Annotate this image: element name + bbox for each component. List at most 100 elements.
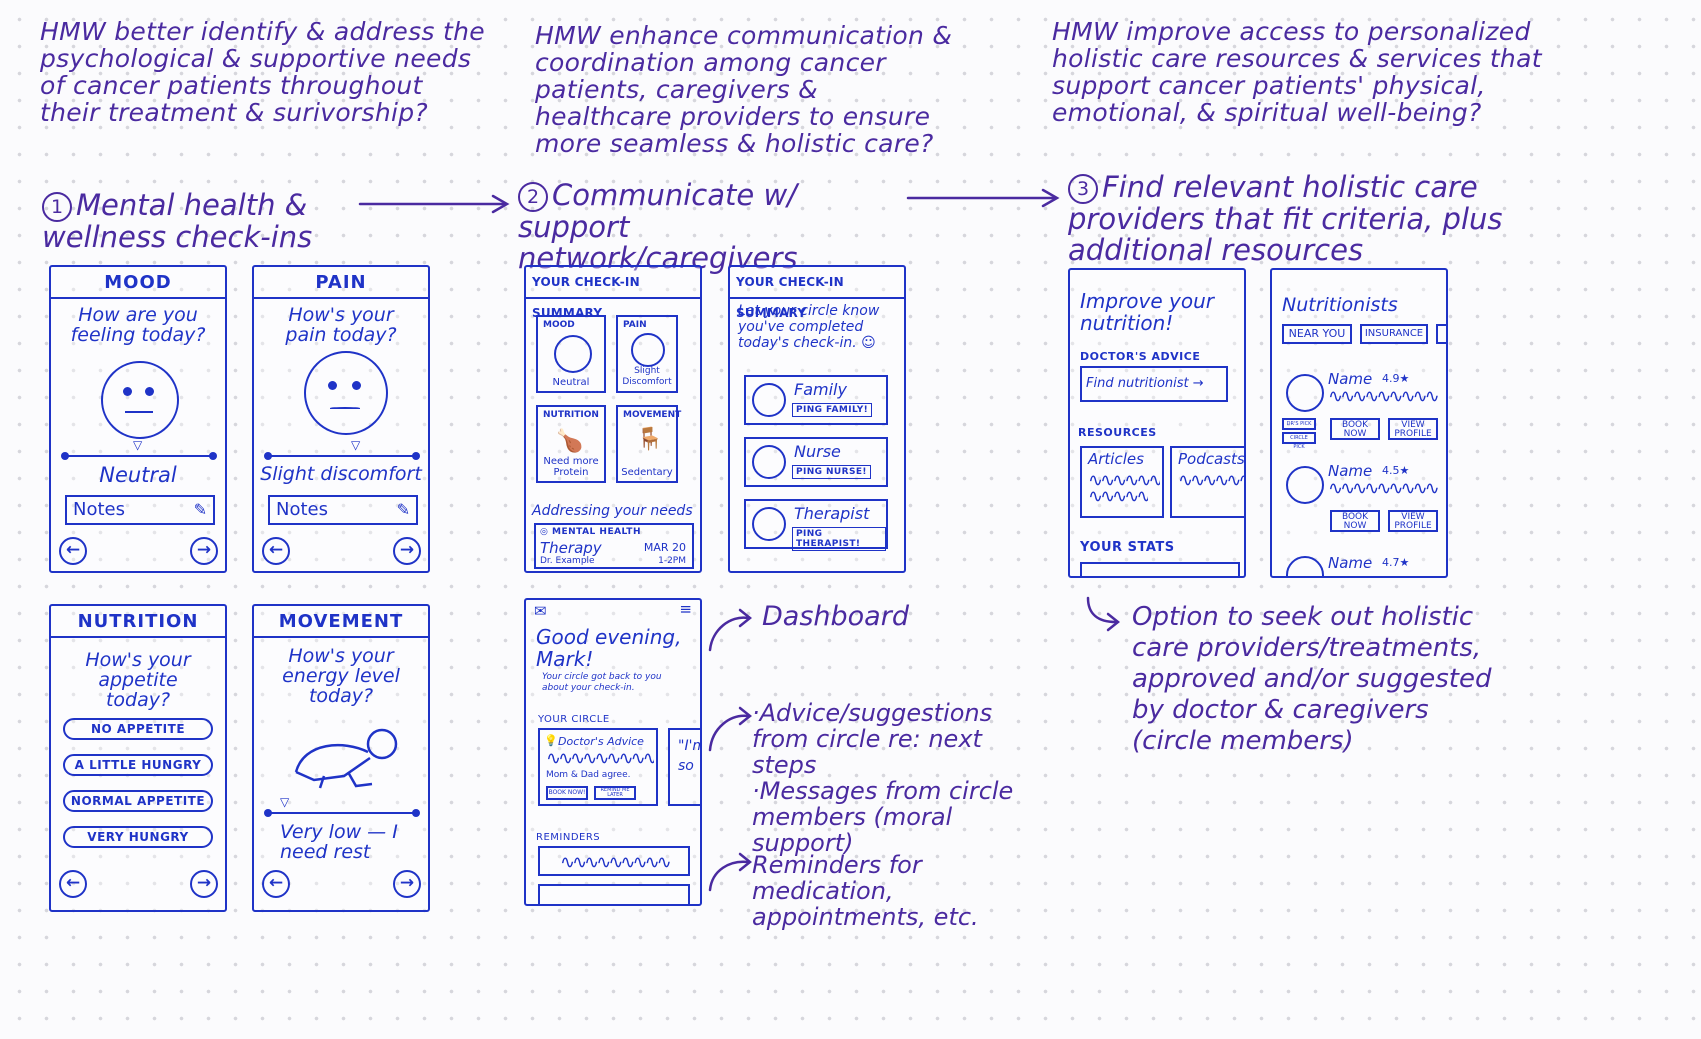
mood-slider-pointer-icon: ▽ [133,438,143,452]
view-profile-button[interactable]: VIEW PROFILE [1388,510,1438,532]
appointment-doctor: Dr. Example [540,556,595,566]
filter-insurance[interactable]: INSURANCE [1360,324,1428,344]
summary-tile-nutrition[interactable]: NUTRITION 🍗 Need more Protein [536,405,606,483]
addressing-needs-heading: Addressing your needs [532,503,693,519]
movement-slider[interactable] [264,809,420,817]
therapy-appointment-card[interactable]: ◎ MENTAL HEALTH Therapy MAR 20 Dr. Examp… [534,523,694,569]
next-button[interactable]: → [190,870,218,898]
provider-rating: 4.7★ [1382,556,1410,569]
pain-slider[interactable] [264,452,420,460]
summary-header: YOUR CHECK-IN SUMMARY [526,267,700,320]
reminder-item[interactable] [538,884,690,904]
podcasts-card[interactable]: Podcasts ∿∿∿∿∿∿∿∿ [1170,446,1244,518]
contact-nurse-name: Nurse [794,442,841,461]
provider-avatar-icon [1286,374,1324,412]
contact-nurse[interactable]: Nurse PING NURSE! [744,437,888,487]
remind-me-later-button[interactable]: REMIND ME LATER [594,786,636,800]
option-a-little-hungry[interactable]: A LITTLE HUNGRY [63,754,213,776]
mail-icon[interactable]: ✉ [534,602,547,620]
phone-pain: PAIN How's your pain today? ▽ Slight dis… [252,265,430,573]
provider-bio-placeholder: ∿∿∿∿∿∿∿∿∿ [1328,388,1438,406]
summary-tile-nutrition-label: NUTRITION [543,410,599,420]
next-button[interactable]: → [393,870,421,898]
pain-header: PAIN [254,267,428,299]
summary-tile-pain[interactable]: PAIN Slight Discomfort [616,315,678,393]
book-now-button[interactable]: BOOK NOW [1330,510,1380,532]
podcast-text-placeholder: ∿∿∿∿∿∿∿∿ [1178,472,1244,490]
ping-family-button[interactable]: PING FAMILY! [792,403,873,417]
mood-slider[interactable] [61,452,217,460]
nutritionists-title: Nutritionists [1282,294,1398,316]
summary-tile-pain-value: Slight Discomfort [622,366,672,387]
filter-near-you[interactable]: NEAR YOU [1282,324,1352,344]
next-button[interactable]: → [393,537,421,565]
reminders-label: REMINDERS [536,832,601,843]
discomfort-face-icon[interactable] [304,351,388,435]
option-very-hungry[interactable]: VERY HUNGRY [63,826,213,848]
summary-tile-movement[interactable]: MOVEMENT 🪑 Sedentary [616,405,682,483]
articles-card[interactable]: Articles ∿∿∿∿∿∿∿∿ ∿∿∿∿∿∿ [1080,446,1164,518]
sitting-person-icon: 🪑 [636,427,664,452]
back-button[interactable]: ← [59,870,87,898]
provider-name: Name [1328,370,1373,388]
mood-header: MOOD [51,267,225,299]
reminder-item[interactable]: ∿∿∿∿∿∿∿∿∿ [538,846,690,876]
mood-question: How are you feeling today? [70,304,206,346]
summary-tile-mood[interactable]: MOOD Neutral [536,315,606,393]
summary-tile-movement-label: MOVEMENT [623,410,682,420]
pencil-icon: ✎ [396,500,410,519]
annotation-advice: ·Advice/suggestions from circle re: next… [752,699,1014,857]
circle-message-card[interactable]: "I'm so [668,728,700,806]
provider-avatar-icon [1286,466,1324,504]
pain-notes-field[interactable]: Notes ✎ [268,495,418,525]
advice-from: Mom & Dad agree. [546,770,631,780]
pain-slider-pointer-icon: ▽ [351,438,361,452]
circle-summary-header: YOUR CHECK-IN SUMMARY [730,267,904,320]
next-button[interactable]: → [190,537,218,565]
neutral-face-icon [554,335,592,373]
pencil-icon: ✎ [193,500,207,519]
contact-family[interactable]: Family PING FAMILY! [744,375,888,425]
mood-notes-field[interactable]: Notes ✎ [65,495,215,525]
drs-pick-tag: DR'S PICK [1282,418,1316,430]
book-now-button[interactable]: BOOK NOW [1330,418,1380,440]
provider-name: Name [1328,462,1373,480]
pain-notes-label: Notes [276,499,328,520]
discomfort-face-icon [631,333,665,367]
summary-tile-pain-label: PAIN [623,320,647,330]
circle-message: Let your circle know you've completed to… [738,303,880,351]
your-circle-label: YOUR CIRCLE [538,714,610,725]
greeting: Good evening, Mark! [536,625,682,671]
circle-message-preview: "I'm so [678,738,700,774]
back-button[interactable]: ← [262,537,290,565]
doctors-advice-card[interactable]: 💡 Doctor's Advice ∿∿∿∿∿∿∿∿∿∿ Mom & Dad a… [538,728,658,806]
ping-therapist-button[interactable]: PING THERAPIST! [792,527,886,551]
contact-therapist-name: Therapist [794,504,870,523]
arrow-reminders [708,860,750,892]
your-stats-label: YOUR STATS [1080,540,1175,555]
neutral-face-icon[interactable] [101,361,179,439]
stats-card[interactable] [1080,562,1240,576]
provider-rating: 4.9★ [1382,372,1410,385]
reminder-text-placeholder: ∿∿∿∿∿∿∿∿∿ [560,854,670,872]
improve-title: Improve your nutrition! [1080,289,1215,335]
back-button[interactable]: ← [262,870,290,898]
article-text-placeholder: ∿∿∿∿∿∿ [1088,488,1148,506]
book-now-button[interactable]: BOOK NOW! [546,786,588,800]
provider-rating: 4.5★ [1382,464,1410,477]
movement-slider-pointer-icon: ▽ [280,795,290,809]
find-nutritionist-button[interactable]: Find nutritionist → [1080,366,1228,402]
option-normal-appetite[interactable]: NORMAL APPETITE [63,790,213,812]
advice-text-placeholder: ∿∿∿∿∿∿∿∿∿∿ [546,750,654,768]
option-no-appetite[interactable]: NO APPETITE [63,718,213,740]
resting-figure-icon [294,728,398,789]
back-button[interactable]: ← [59,537,87,565]
contact-therapist[interactable]: Therapist PING THERAPIST! [744,499,888,551]
smile-icon: ☺ [861,335,876,351]
ping-nurse-button[interactable]: PING NURSE! [792,465,871,479]
phone-movement: MOVEMENT How's your energy level today? … [252,604,430,912]
pain-value: Slight discomfort [260,463,422,485]
view-profile-button[interactable]: VIEW PROFILE [1388,418,1438,440]
filter-more[interactable] [1436,324,1446,344]
menu-icon[interactable]: ≡ [679,600,692,618]
